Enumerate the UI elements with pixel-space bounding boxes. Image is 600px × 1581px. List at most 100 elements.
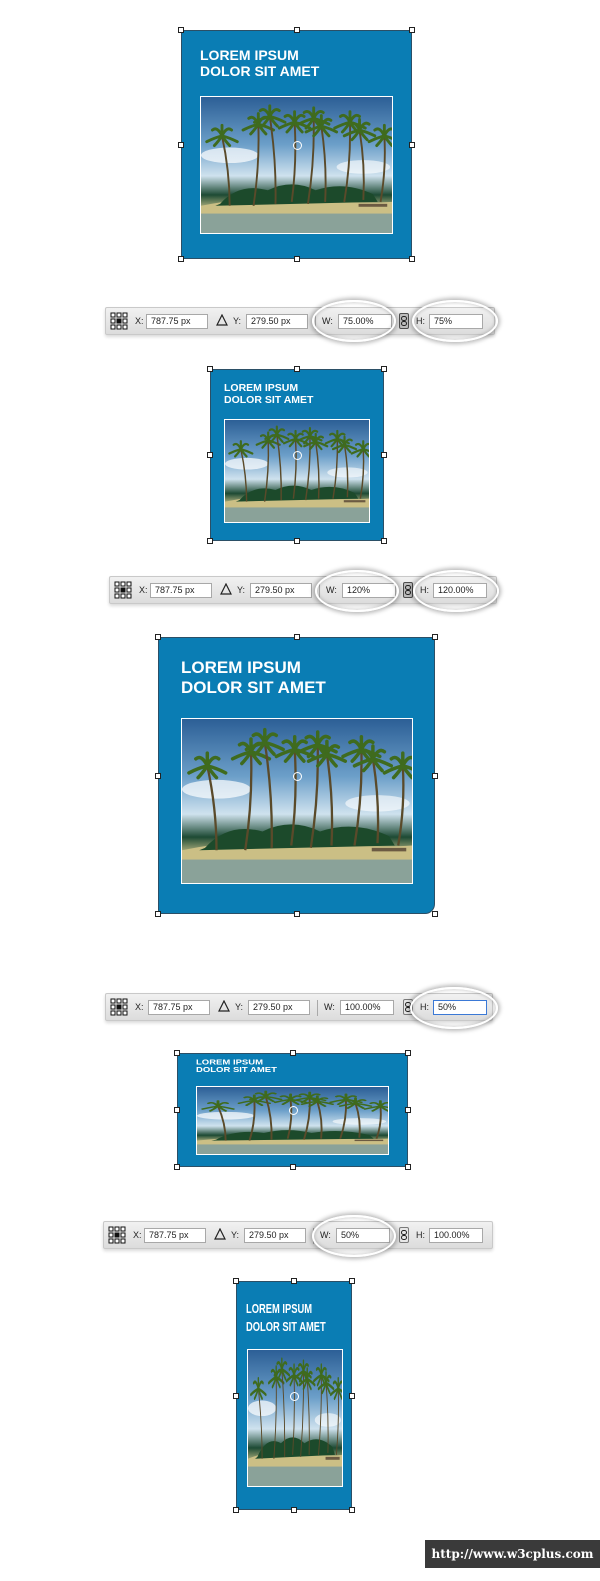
width-field[interactable]: 50%: [336, 1228, 390, 1243]
transform-handle[interactable]: [349, 1278, 355, 1284]
transform-handle[interactable]: [174, 1050, 180, 1056]
transform-handle[interactable]: [233, 1278, 239, 1284]
transform-handle[interactable]: [233, 1392, 239, 1399]
card-title: LOREM IPSUM DOLOR SIT AMET: [200, 47, 319, 79]
transform-handle[interactable]: [291, 1278, 297, 1284]
x-label: X:: [135, 1002, 144, 1012]
transform-handle[interactable]: [155, 634, 161, 640]
height-field[interactable]: 50%: [433, 1000, 487, 1015]
height-field[interactable]: 120.00%: [433, 583, 487, 598]
design-card-original[interactable]: LOREM IPSUM DOLOR SIT AMET: [178, 27, 415, 262]
width-field[interactable]: 120%: [342, 583, 396, 598]
transform-handle[interactable]: [207, 538, 213, 544]
y-field[interactable]: 279.50 px: [250, 583, 312, 598]
delta-triangle-icon: [214, 1228, 226, 1240]
w-label: W:: [326, 585, 337, 595]
h-label: H:: [416, 1230, 425, 1240]
title-line-2: DOLOR SIT AMET: [196, 1065, 277, 1074]
delta-triangle-icon: [218, 1000, 230, 1012]
transform-handle[interactable]: [409, 27, 415, 33]
transform-handle[interactable]: [405, 1050, 411, 1056]
transform-handle[interactable]: [381, 452, 387, 458]
title-line-2: DOLOR SIT AMET: [224, 394, 314, 407]
transform-handle[interactable]: [178, 141, 184, 148]
transform-handle[interactable]: [432, 772, 438, 779]
transform-handle[interactable]: [289, 1050, 296, 1056]
card-photo: [196, 1086, 389, 1155]
width-field[interactable]: 100.00%: [340, 1000, 394, 1015]
reference-point-grid-icon[interactable]: [110, 312, 128, 330]
separator: [315, 314, 316, 330]
transform-handle[interactable]: [432, 911, 438, 917]
transform-handle[interactable]: [294, 366, 300, 372]
transform-handle[interactable]: [409, 256, 415, 262]
reference-point-grid-icon[interactable]: [110, 998, 128, 1016]
x-field[interactable]: 787.75 px: [146, 314, 208, 329]
transform-handle[interactable]: [293, 256, 300, 262]
transform-handle[interactable]: [294, 538, 300, 544]
transform-handle[interactable]: [293, 911, 300, 917]
y-field[interactable]: 279.50 px: [248, 1000, 310, 1015]
reference-point-crosshair[interactable]: [292, 140, 302, 150]
transform-handle[interactable]: [178, 27, 184, 33]
island-photo-illustration: [201, 104, 392, 233]
x-field[interactable]: 787.75 px: [144, 1228, 206, 1243]
reference-point-crosshair[interactable]: [292, 771, 302, 781]
transform-handle[interactable]: [207, 452, 213, 458]
title-line-2: DOLOR SIT AMET: [200, 63, 320, 80]
transform-handle[interactable]: [174, 1107, 180, 1113]
transform-handle[interactable]: [381, 366, 387, 372]
design-card-scaled-75[interactable]: LOREM IPSUM DOLOR SIT AMET: [207, 366, 387, 544]
transform-handle[interactable]: [405, 1107, 411, 1113]
height-field[interactable]: 75%: [429, 314, 483, 329]
transform-handle[interactable]: [405, 1164, 411, 1170]
transform-handle[interactable]: [293, 27, 300, 33]
transform-handle[interactable]: [349, 1507, 355, 1513]
y-label: Y:: [233, 316, 242, 326]
transform-toolbar: X: 787.75 px Y: 279.50 px W: 50% H: 100.…: [103, 1221, 493, 1249]
reference-point-crosshair[interactable]: [290, 1391, 299, 1401]
reference-point-crosshair[interactable]: [293, 451, 302, 460]
transform-handle[interactable]: [409, 141, 415, 148]
transform-handle[interactable]: [155, 772, 161, 779]
y-label: Y:: [235, 1002, 244, 1012]
watermark: http://www.w3cplus.com: [425, 1540, 600, 1568]
chain-link-icon[interactable]: [403, 582, 413, 598]
card-photo: [200, 96, 393, 234]
transform-handle[interactable]: [155, 911, 161, 917]
chain-link-icon[interactable]: [399, 313, 409, 329]
transform-handle[interactable]: [178, 256, 184, 262]
card-title: LOREM IPSUM DOLOR SIT AMET: [196, 1059, 277, 1074]
design-card-scaled-120[interactable]: LOREM IPSUM DOLOR SIT AMET: [155, 634, 438, 917]
transform-handle[interactable]: [233, 1507, 239, 1513]
title-line-1: LOREM IPSUM: [224, 382, 299, 394]
transform-handle[interactable]: [381, 538, 387, 544]
island-photo-illustration: [225, 425, 369, 522]
x-label: X:: [135, 316, 144, 326]
card-title: LOREM IPSUM DOLOR SIT AMET: [181, 658, 326, 697]
transform-handle[interactable]: [293, 634, 300, 640]
reference-point-crosshair[interactable]: [288, 1106, 298, 1115]
y-field[interactable]: 279.50 px: [246, 314, 308, 329]
transform-handle[interactable]: [174, 1164, 180, 1170]
card-title: LOREM IPSUM DOLOR SIT AMET: [246, 1300, 326, 1335]
h-label: H:: [420, 1002, 429, 1012]
x-field[interactable]: 787.75 px: [150, 583, 212, 598]
chain-link-icon[interactable]: [399, 1227, 409, 1243]
transform-handle[interactable]: [432, 634, 438, 640]
chain-link-icon[interactable]: [403, 999, 413, 1015]
reference-point-grid-icon[interactable]: [114, 581, 132, 599]
transform-handle[interactable]: [349, 1392, 355, 1399]
width-field[interactable]: 75.00%: [338, 314, 392, 329]
transform-handle[interactable]: [207, 366, 213, 372]
transform-handle[interactable]: [291, 1507, 297, 1513]
transform-handle[interactable]: [289, 1164, 296, 1170]
y-field[interactable]: 279.50 px: [244, 1228, 306, 1243]
design-card-height-50[interactable]: LOREM IPSUM DOLOR SIT AMET: [174, 1050, 411, 1170]
separator: [317, 1000, 318, 1016]
height-field[interactable]: 100.00%: [429, 1228, 483, 1243]
reference-point-grid-icon[interactable]: [108, 1226, 126, 1244]
design-card-width-50[interactable]: LOREM IPSUM DOLOR SIT AMET: [233, 1278, 355, 1513]
title-line-2: DOLOR SIT AMET: [181, 677, 326, 697]
x-field[interactable]: 787.75 px: [148, 1000, 210, 1015]
